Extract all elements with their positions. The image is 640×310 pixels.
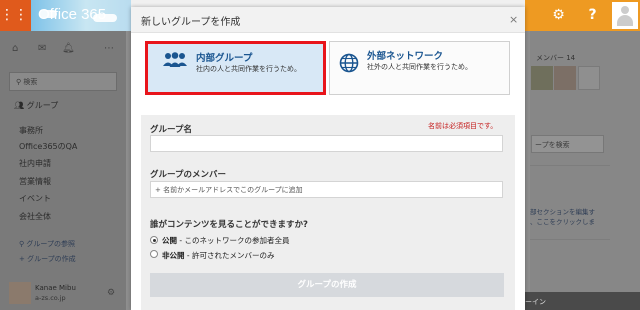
bottom-bar[interactable]: ーイン (513, 292, 640, 310)
apps-grid-icon[interactable]: ⋮⋮⋮ (0, 0, 42, 31)
option-title: 外部ネットワーク (367, 51, 444, 62)
avatar[interactable] (9, 282, 31, 304)
sidebar-item[interactable]: イベント (19, 193, 51, 204)
more-icon[interactable]: ⋯ (104, 43, 114, 54)
bell-icon[interactable]: 🔔︎ (62, 43, 75, 54)
sidebar-item[interactable]: 営業情報 (19, 176, 51, 187)
create-group-dialog: 新しいグループを作成 × 内部グループ 社内の人と共同作業を行うため。 外部ネッ… (131, 7, 525, 310)
external-network-option[interactable]: 外部ネットワーク 社外の人と共同作業を行うため。 (329, 41, 510, 95)
dialog-header: 新しいグループを作成 × (131, 7, 525, 33)
settings-icon[interactable]: ⚙ (107, 288, 115, 298)
sidebar-item[interactable]: 事務所 (19, 125, 43, 136)
info-edit-link[interactable]: 、ここをクリックしま (530, 216, 595, 226)
create-group-link[interactable]: + グループの作成 (19, 254, 76, 264)
help-icon[interactable]: ? (582, 5, 603, 26)
user-email: a-zs.co.jp (35, 294, 66, 302)
members-input[interactable]: + 名前かメールアドレスでこのグループに追加 (150, 181, 503, 198)
info-edit-link[interactable]: 部セクションを編集す (530, 206, 595, 216)
public-option-name: 公開 (162, 236, 177, 245)
people-icon: 👥︎ (14, 101, 27, 110)
visibility-question: 誰がコンテンツを見ることができますか? (150, 220, 308, 230)
option-description: 社内の人と共同作業を行うため。 (196, 65, 301, 73)
public-option-label: 公開 - このネットワークの参加者全員 (162, 235, 289, 246)
internal-group-option[interactable]: 内部グループ 社内の人と共同作業を行うため。 (145, 41, 326, 95)
create-group-button[interactable]: グループの作成 (150, 273, 504, 297)
avatar[interactable] (531, 66, 553, 90)
option-title: 内部グループ (196, 53, 253, 64)
mail-icon[interactable]: ✉ (38, 43, 46, 54)
app-logo[interactable]: Office 365 (38, 6, 106, 23)
private-option-desc: - 許可されたメンバーのみ (184, 251, 275, 260)
user-icon[interactable] (612, 2, 638, 29)
public-radio[interactable] (150, 236, 158, 244)
required-note: 名前は必須項目です。 (428, 122, 498, 130)
globe-icon (339, 53, 359, 73)
sidebar-item[interactable]: 会社全体 (19, 211, 51, 222)
option-description: 社外の人と共同作業を行うため。 (367, 63, 472, 71)
divider (530, 239, 610, 240)
members-count: メンバー 14 (536, 54, 576, 62)
group-header-label: グループ (26, 101, 59, 110)
private-option-name: 非公開 (162, 251, 185, 260)
sidebar-item[interactable]: Office365のQA (19, 141, 77, 152)
public-option-desc: - このネットワークの参加者全員 (177, 236, 290, 245)
browse-groups-label: グループの参照 (26, 240, 75, 248)
members-placeholder: + 名前かメールアドレスでこのグループに追加 (155, 186, 303, 194)
sidebar-group-header: 👥︎ グループ (14, 100, 58, 111)
search-placeholder: 検索 (23, 78, 38, 86)
divider (530, 165, 610, 166)
home-icon[interactable]: ⌂ (12, 43, 18, 54)
dialog-title: 新しいグループを作成 (141, 17, 241, 28)
people-icon (163, 52, 187, 67)
group-members-label: グループのメンバー (150, 170, 226, 180)
gear-icon[interactable]: ⚙ (548, 5, 569, 26)
user-name: Kanae Mibu (35, 284, 76, 292)
private-option-label: 非公開 - 許可されたメンバーのみ (162, 250, 274, 261)
close-icon[interactable]: × (509, 13, 518, 26)
sidebar-search-input[interactable]: ⚲ 検索 (9, 72, 117, 91)
sidebar-item[interactable]: 社内申請 (19, 158, 51, 169)
sidebar-user: Kanae Mibu a-zs.co.jp ⚙ (0, 277, 126, 310)
group-search-input[interactable]: ープを検索 (531, 135, 604, 153)
private-radio[interactable] (150, 250, 158, 258)
sidebar-icon-row: ⌂ ✉ 🔔︎ ⋯ (12, 43, 120, 57)
group-name-input[interactable] (150, 135, 503, 152)
browse-groups-link[interactable]: ⚲ グループの参照 (19, 239, 75, 249)
avatar[interactable] (554, 66, 576, 90)
left-sidebar: ⌂ ✉ 🔔︎ ⋯ ⚲ 検索 👥︎ グループ 事務所 Office365のQA 社… (0, 31, 126, 310)
group-name-label: グループ名 (150, 125, 192, 135)
add-member-icon[interactable] (578, 66, 600, 90)
